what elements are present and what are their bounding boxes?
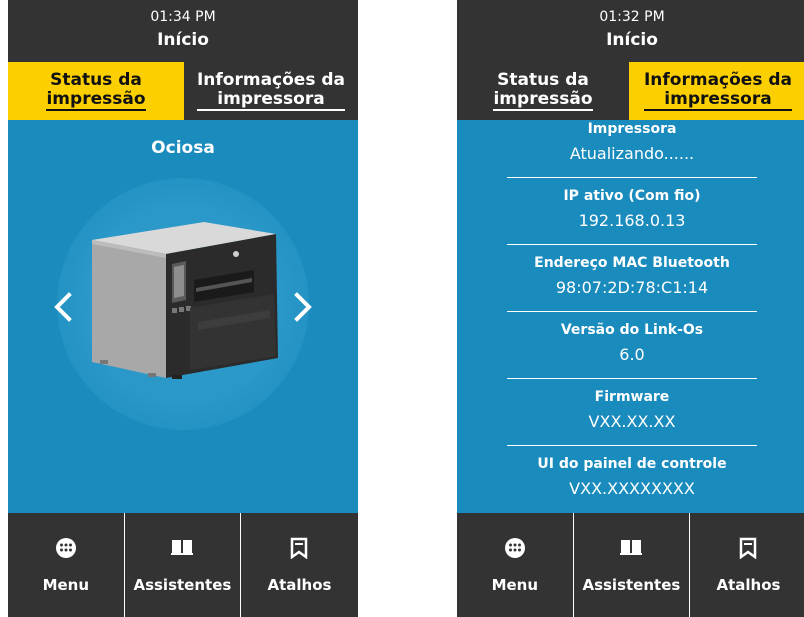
open-book-icon: [574, 537, 690, 559]
bottom-nav: Menu Assistentes Atalhos: [8, 513, 358, 617]
page-title: Início: [606, 30, 658, 50]
status-bar: 01:34 PM Início: [8, 0, 358, 62]
tab-print-status[interactable]: Status da impressão: [457, 62, 629, 120]
divider: [507, 445, 757, 446]
tab-label: Status da impressão: [46, 70, 146, 111]
tab-label: Status da impressão: [493, 70, 593, 111]
tab-bar: Status da impressão Informações da impre…: [8, 62, 358, 120]
info-value: Atualizando......: [569, 144, 695, 163]
printer-state: Ociosa: [151, 138, 215, 158]
clock: 01:32 PM: [599, 9, 665, 25]
tab-printer-info[interactable]: Informações da impressora: [184, 62, 358, 120]
info-value: 192.168.0.13: [578, 211, 686, 230]
divider: [507, 311, 757, 312]
info-content: Impressora Atualizando...... IP ativo (C…: [457, 120, 804, 513]
wizards-label: Assistentes: [133, 576, 232, 594]
clock: 01:34 PM: [150, 9, 216, 25]
info-label: Firmware: [594, 389, 670, 405]
info-label: Impressora: [587, 121, 677, 137]
tab-print-status[interactable]: Status da impressão: [8, 62, 184, 120]
wizards-label: Assistentes: [582, 576, 681, 594]
info-value: VXX.XX.XX: [588, 412, 676, 431]
wizards-button[interactable]: Assistentes: [574, 513, 691, 617]
shortcuts-label: Atalhos: [716, 576, 781, 594]
info-label: Endereço MAC Bluetooth: [534, 255, 730, 271]
menu-button[interactable]: Menu: [457, 513, 574, 617]
carousel-prev-button[interactable]: [50, 288, 76, 326]
status-content: Ociosa: [8, 120, 358, 513]
printer-image: [92, 222, 278, 379]
info-label: Versão do Link-Os: [560, 322, 704, 338]
divider: [507, 177, 757, 178]
divider: [507, 378, 757, 379]
info-item-active-ip: IP ativo (Com fio) 192.168.0.13: [457, 187, 804, 253]
tab-printer-info[interactable]: Informações da impressora: [629, 62, 804, 120]
menu-label: Menu: [42, 576, 90, 594]
bottom-nav: Menu Assistentes Atalhos: [457, 513, 804, 617]
tab-bar: Status da impressão Informações da impre…: [457, 62, 804, 120]
status-bar: 01:32 PM Início: [457, 0, 804, 62]
bookmark-icon: [241, 537, 358, 559]
page-title: Início: [157, 30, 209, 50]
info-label: UI do painel de controle: [537, 456, 727, 472]
info-item-control-panel-ui: UI do painel de controle VXX.XXXXXXXX: [457, 455, 804, 521]
info-item-firmware: Firmware VXX.XX.XX: [457, 388, 804, 454]
menu-dots-icon: [8, 537, 124, 559]
shortcuts-button[interactable]: Atalhos: [241, 513, 358, 617]
info-item-link-os-version: Versão do Link-Os 6.0: [457, 321, 804, 387]
open-book-icon: [125, 537, 241, 559]
info-value: 6.0: [619, 345, 645, 364]
menu-label: Menu: [491, 576, 539, 594]
info-value: 98:07:2D:78:C1:14: [555, 278, 709, 297]
chevron-right-icon: [294, 292, 312, 322]
info-item-bluetooth-mac: Endereço MAC Bluetooth 98:07:2D:78:C1:14: [457, 254, 804, 320]
info-value: VXX.XXXXXXXX: [569, 479, 695, 498]
wizards-button[interactable]: Assistentes: [125, 513, 242, 617]
menu-dots-icon: [457, 537, 573, 559]
shortcuts-button[interactable]: Atalhos: [690, 513, 804, 617]
menu-button[interactable]: Menu: [8, 513, 125, 617]
tab-label: Informações da impressora: [196, 70, 346, 111]
printer-info-screen: 01:32 PM Início Status da impressão Info…: [457, 0, 804, 617]
tab-label: Informações da impressora: [643, 70, 793, 111]
printer-status-screen: 01:34 PM Início Status da impressão Info…: [8, 0, 358, 617]
chevron-left-icon: [54, 292, 72, 322]
divider: [507, 244, 757, 245]
bookmark-icon: [690, 537, 804, 559]
info-label: IP ativo (Com fio): [563, 188, 701, 204]
info-item-printer: Impressora Atualizando......: [457, 120, 804, 186]
carousel-next-button[interactable]: [290, 288, 316, 326]
shortcuts-label: Atalhos: [267, 576, 332, 594]
